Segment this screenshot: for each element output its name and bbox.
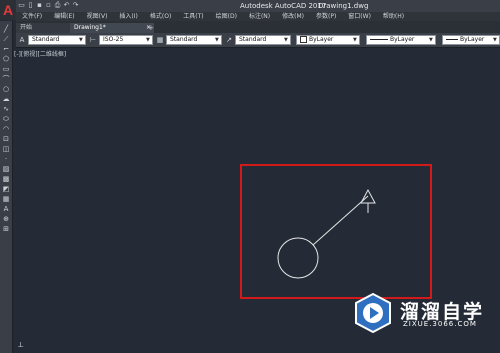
menu-bar: 文件(F) 编辑(E) 视图(V) 插入(I) 格式(O) 工具(T) 绘图(D…: [16, 12, 500, 21]
insert-block-icon[interactable]: ⊡: [2, 135, 10, 143]
watermark-logo-icon: [355, 292, 391, 334]
lineweight-preview: [446, 39, 458, 40]
text-style-value: Standard: [32, 36, 60, 43]
color-select[interactable]: ByLayer ▼: [296, 35, 360, 45]
linetype-select[interactable]: ByLayer ▼: [366, 35, 436, 45]
mleader-style-select[interactable]: Standard ▼: [235, 35, 291, 45]
hatch-icon[interactable]: ▨: [2, 165, 10, 173]
point-icon[interactable]: ·: [2, 155, 10, 163]
chevron-down-icon: ▼: [284, 37, 288, 43]
arc-icon[interactable]: ⌒: [2, 75, 10, 83]
add-selected-icon[interactable]: ⊕: [2, 215, 10, 223]
menu-dimension[interactable]: 标注(N): [243, 12, 276, 21]
menu-draw[interactable]: 绘图(D): [210, 12, 243, 21]
ellipse-arc-icon[interactable]: ◠: [2, 125, 10, 133]
chevron-down-icon: ▼: [493, 37, 497, 43]
styles-properties-toolbar: A Standard ▼ ⊢ ISO-25 ▼ ▦ Standard ▼ ↗ S…: [16, 33, 500, 48]
table-style-icon: ▦: [156, 36, 164, 44]
gradient-icon[interactable]: ▩: [2, 175, 10, 183]
line-icon[interactable]: ╱: [2, 25, 10, 33]
redo-icon[interactable]: ↷: [72, 1, 79, 9]
print-icon[interactable]: ⎙: [54, 1, 61, 9]
new-tab-button[interactable]: +: [148, 23, 154, 33]
linetype-value: ByLayer: [390, 36, 415, 43]
construction-line-icon[interactable]: ⟋: [2, 35, 10, 43]
color-swatch: [300, 36, 307, 43]
autocad-logo-icon[interactable]: A: [0, 0, 16, 20]
highlight-rectangle: [240, 164, 432, 299]
drawn-circle: [277, 237, 319, 279]
drawn-line: [312, 195, 369, 246]
menu-format[interactable]: 格式(O): [144, 12, 177, 21]
lineweight-select[interactable]: ByLayer ▼: [442, 35, 500, 45]
dim-style-value: ISO-25: [103, 36, 124, 43]
ucs-icon: ⟂: [18, 340, 24, 349]
table-style-select[interactable]: Standard ▼: [166, 35, 222, 45]
menu-parametric[interactable]: 参数(P): [310, 12, 342, 21]
chevron-down-icon: ▼: [146, 37, 150, 43]
lineweight-value: ByLayer: [460, 36, 485, 43]
revision-cloud-icon[interactable]: ☁: [2, 95, 10, 103]
table-icon[interactable]: ▦: [2, 195, 10, 203]
spline-icon[interactable]: ∿: [2, 105, 10, 113]
menu-edit[interactable]: 编辑(E): [48, 12, 80, 21]
quick-access-toolbar: ▭ ▯ ▪ ▫ ⎙ ↶ ↷: [18, 1, 79, 9]
region-icon[interactable]: ◩: [2, 185, 10, 193]
color-value: ByLayer: [309, 36, 334, 43]
tab-start-label: 开始: [20, 24, 33, 31]
measure-icon[interactable]: ⊞: [2, 225, 10, 233]
saveas-icon[interactable]: ▫: [45, 1, 52, 9]
rectangle-icon[interactable]: ▭: [2, 65, 10, 73]
app-title: Autodesk AutoCAD 2017: [240, 2, 327, 10]
chevron-down-icon: ▼: [79, 37, 83, 43]
tab-drawing-label: Drawing1*: [74, 24, 106, 31]
watermark-url: ZIXUE.3066.COM: [403, 320, 477, 328]
undo-icon[interactable]: ↶: [63, 1, 70, 9]
menu-tools[interactable]: 工具(T): [177, 12, 209, 21]
table-style-value: Standard: [170, 36, 198, 43]
chevron-down-icon: ▼: [429, 37, 433, 43]
mtext-icon[interactable]: A: [2, 205, 10, 213]
draw-toolbar: ╱ ⟋ ⌐ ⬠ ▭ ⌒ ○ ☁ ∿ ⬭ ◠ ⊡ ◫ · ▨ ▩ ◩ ▦ A ⊕ …: [0, 21, 13, 353]
document-title: Drawing1.dwg: [318, 2, 369, 10]
menu-view[interactable]: 视图(V): [81, 12, 114, 21]
make-block-icon[interactable]: ◫: [2, 145, 10, 153]
ellipse-icon[interactable]: ⬭: [2, 115, 10, 123]
title-bar: ▭ ▯ ▪ ▫ ⎙ ↶ ↷ Autodesk AutoCAD 2017 Draw…: [0, 0, 500, 12]
mleader-style-icon: ↗: [226, 36, 232, 44]
text-style-icon: A: [19, 36, 25, 44]
tab-start[interactable]: 开始: [16, 23, 74, 33]
save-icon[interactable]: ▪: [36, 1, 43, 9]
polyline-icon[interactable]: ⌐: [2, 45, 10, 53]
chevron-down-icon: ▼: [215, 37, 219, 43]
menu-insert[interactable]: 插入(I): [113, 12, 143, 21]
open-icon[interactable]: ▯: [27, 1, 34, 9]
text-style-select[interactable]: Standard ▼: [28, 35, 86, 45]
mleader-style-value: Standard: [239, 36, 267, 43]
tab-drawing1[interactable]: Drawing1* ×: [70, 23, 154, 33]
dim-style-icon: ⊢: [89, 36, 97, 44]
new-file-icon[interactable]: ▭: [18, 1, 25, 9]
polygon-icon[interactable]: ⬠: [2, 55, 10, 63]
menu-modify[interactable]: 修改(M): [276, 12, 310, 21]
linetype-preview: [370, 39, 388, 40]
menu-help[interactable]: 帮助(H): [377, 12, 410, 21]
menu-window[interactable]: 窗口(W): [342, 12, 377, 21]
menu-file[interactable]: 文件(F): [16, 12, 48, 21]
chevron-down-icon: ▼: [353, 37, 357, 43]
circle-icon[interactable]: ○: [2, 85, 10, 93]
dim-style-select[interactable]: ISO-25 ▼: [99, 35, 153, 45]
